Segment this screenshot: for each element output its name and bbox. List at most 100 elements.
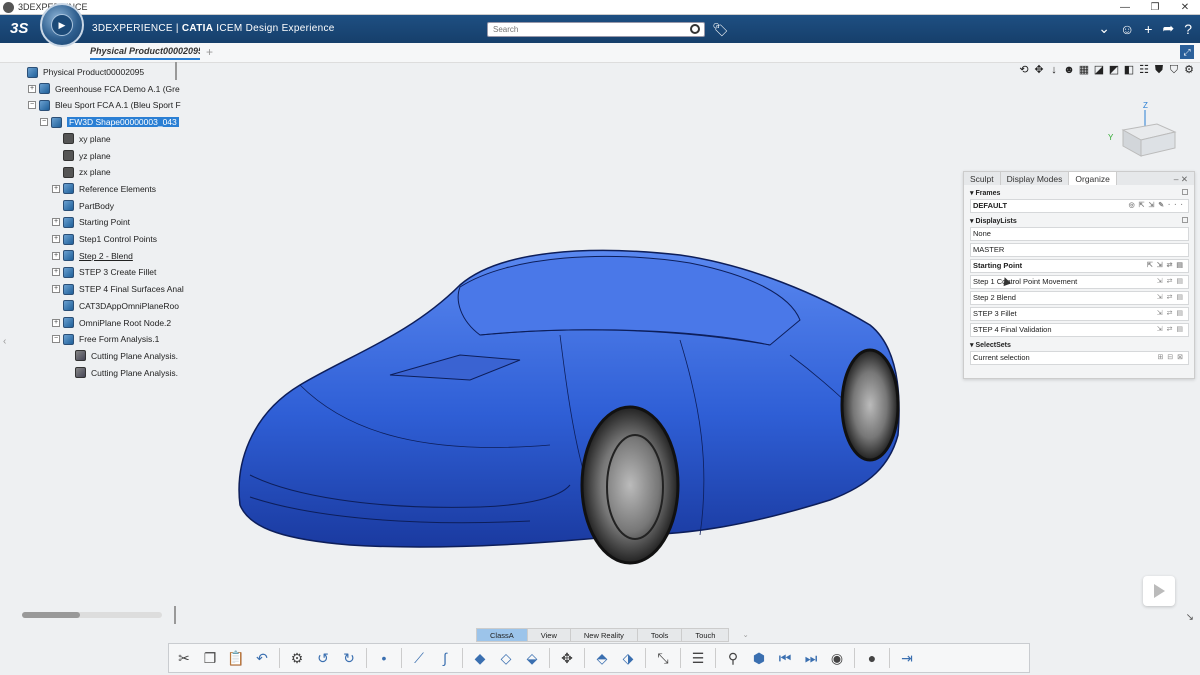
- expand-icon[interactable]: +: [52, 251, 60, 260]
- play-compass-icon[interactable]: ▶: [51, 14, 73, 36]
- add-tab-button[interactable]: +: [206, 45, 213, 59]
- pan-icon[interactable]: ✥: [1033, 64, 1045, 76]
- more-tabs-icon[interactable]: ⌄: [729, 628, 761, 642]
- pin-icon[interactable]: [1182, 189, 1188, 195]
- section-icon[interactable]: ◩: [1108, 64, 1120, 76]
- tree-node[interactable]: + STEP 4 Final Surfaces Anal: [52, 281, 184, 297]
- tab-physical-product[interactable]: Physical Product00002095: [90, 46, 200, 60]
- skip-back-icon[interactable]: ⏮: [776, 649, 794, 667]
- symmetry-icon[interactable]: ⬗: [619, 649, 637, 667]
- row-action-icons[interactable]: ⇲ ⇄ ▤: [1157, 308, 1184, 320]
- tag-icon[interactable]: 🏷: [712, 22, 729, 38]
- tree-node[interactable]: yz plane: [52, 148, 111, 164]
- tree-node[interactable]: + Step1 Control Points: [52, 231, 157, 247]
- redo-arrow-icon[interactable]: ↻: [340, 649, 358, 667]
- expand-icon[interactable]: +: [52, 218, 60, 227]
- multi-select-icon[interactable]: ⚙: [288, 649, 306, 667]
- skip-forward-icon[interactable]: ⏭: [802, 649, 820, 667]
- display-icon[interactable]: ⛊: [1153, 64, 1165, 76]
- tree-node[interactable]: zx plane: [52, 164, 111, 180]
- display-mode-icon[interactable]: ⬢: [750, 649, 768, 667]
- collapse-left-icon[interactable]: ‹: [3, 336, 6, 347]
- tab-new-reality[interactable]: New Reality: [570, 628, 638, 642]
- tree-node[interactable]: + Starting Point: [52, 214, 130, 230]
- material-icon[interactable]: ●: [863, 649, 881, 667]
- row-action-icons[interactable]: ⇲ ⇄ ▤: [1157, 324, 1184, 336]
- expand-icon[interactable]: +: [52, 268, 60, 277]
- close-button[interactable]: ✕: [1170, 0, 1200, 15]
- tree-node[interactable]: + OmniPlane Root Node.2: [52, 315, 171, 331]
- tree-scrollbar[interactable]: [22, 612, 162, 618]
- maximize-button[interactable]: ❐: [1140, 0, 1170, 15]
- displaylists-row[interactable]: MASTER: [970, 243, 1189, 257]
- patch-icon[interactable]: ◇: [497, 649, 515, 667]
- tree-node[interactable]: Cutting Plane Analysis.: [64, 348, 178, 364]
- ambiance-icon[interactable]: ☷: [1138, 64, 1150, 76]
- displaylists-row[interactable]: None: [970, 227, 1189, 241]
- tree-node[interactable]: PartBody: [52, 198, 114, 214]
- tree-node[interactable]: + Greenhouse FCA Demo A.1 (Gre: [28, 81, 180, 97]
- displaylists-section-header[interactable]: ▾ DisplayLists: [970, 217, 1194, 225]
- curve-icon[interactable]: ⟋: [410, 649, 428, 667]
- surface-icon[interactable]: ◆: [471, 649, 489, 667]
- play-button[interactable]: [1143, 576, 1175, 606]
- blend-icon[interactable]: ⬙: [523, 649, 541, 667]
- tab-display-modes[interactable]: Display Modes: [1001, 172, 1070, 185]
- tree-node[interactable]: + Step 2 - Blend: [52, 248, 133, 264]
- frames-section-header[interactable]: ▾ Frames: [970, 189, 1194, 197]
- pin-icon[interactable]: [1182, 217, 1188, 223]
- point-icon[interactable]: •: [375, 649, 393, 667]
- user-icon[interactable]: ☺: [1120, 21, 1134, 37]
- tree-splitter[interactable]: [175, 62, 177, 80]
- list-icon[interactable]: ☰: [689, 649, 707, 667]
- render-icon[interactable]: ◧: [1123, 64, 1135, 76]
- paste-icon[interactable]: 📋: [227, 649, 245, 667]
- search-icon[interactable]: [690, 24, 700, 34]
- tab-classa[interactable]: ClassA: [476, 628, 528, 642]
- frames-row[interactable]: DEFAULT ◎ ⇱ ⇲ ✎ · · ·: [970, 199, 1189, 213]
- search-input[interactable]: [487, 22, 705, 37]
- zoom-down-icon[interactable]: ↓: [1048, 64, 1060, 76]
- tab-view[interactable]: View: [527, 628, 571, 642]
- minimize-button[interactable]: —: [1110, 0, 1140, 15]
- tree-node[interactable]: − Bleu Sport FCA A.1 (Bleu Sport F: [28, 97, 181, 113]
- spline-icon[interactable]: ∫: [436, 649, 454, 667]
- car-3d-model[interactable]: [230, 235, 910, 585]
- undo-icon[interactable]: ↶: [253, 649, 271, 667]
- plus-icon[interactable]: +: [1144, 21, 1152, 37]
- panel-close-icon[interactable]: – ✕: [1168, 172, 1194, 185]
- fit-icon[interactable]: ▦: [1078, 64, 1090, 76]
- row-action-icons[interactable]: ⇲ ⇄ ▤: [1157, 276, 1184, 288]
- displaylists-row[interactable]: STEP 4 Final Validation ⇲ ⇄ ▤: [970, 323, 1189, 337]
- tab-sculpt[interactable]: Sculpt: [964, 172, 1001, 185]
- collapse-icon[interactable]: −: [40, 118, 48, 127]
- normal-view-icon[interactable]: ◪: [1093, 64, 1105, 76]
- axis-icon[interactable]: ⤡: [654, 649, 672, 667]
- selectsets-section-header[interactable]: ▾ SelectSets: [970, 341, 1194, 349]
- tree-node[interactable]: xy plane: [52, 131, 111, 147]
- chevron-down-icon[interactable]: ⌄: [1098, 20, 1110, 37]
- tree-node[interactable]: − Free Form Analysis.1: [52, 331, 159, 347]
- view-cube[interactable]: Z Y: [1105, 100, 1180, 160]
- tree-node[interactable]: − FW3D Shape00000003_043: [40, 114, 179, 130]
- cut-icon[interactable]: ✂: [175, 649, 193, 667]
- tree-node[interactable]: Physical Product00002095: [16, 64, 144, 80]
- transfer-icon[interactable]: ⇥: [898, 649, 916, 667]
- mirror-icon[interactable]: ⬘: [593, 649, 611, 667]
- tree-node[interactable]: + Reference Elements: [52, 181, 156, 197]
- rotate-icon[interactable]: ⟲: [1018, 64, 1030, 76]
- help-icon[interactable]: ?: [1184, 21, 1192, 37]
- row-action-icons[interactable]: ⊞ ⊟ ⊠: [1158, 352, 1185, 364]
- tree-node[interactable]: CAT3DAppOmniPlaneRoo: [52, 298, 179, 314]
- settings-gear-icon[interactable]: ⚙: [1183, 64, 1195, 76]
- displaylists-row[interactable]: Step 2 Blend ⇲ ⇄ ▤: [970, 291, 1189, 305]
- tree-node[interactable]: Cutting Plane Analysis.: [64, 365, 178, 381]
- magnet-icon[interactable]: ⛉: [1168, 64, 1180, 76]
- share-icon[interactable]: ➦: [1162, 20, 1174, 37]
- displaylists-row[interactable]: STEP 3 Fillet ⇲ ⇄ ▤: [970, 307, 1189, 321]
- compass-widget[interactable]: ▶: [40, 3, 84, 47]
- undo-arrow-icon[interactable]: ↺: [314, 649, 332, 667]
- expand-icon[interactable]: +: [52, 184, 60, 193]
- modify-icon[interactable]: ✥: [558, 649, 576, 667]
- expand-icon[interactable]: +: [28, 84, 36, 93]
